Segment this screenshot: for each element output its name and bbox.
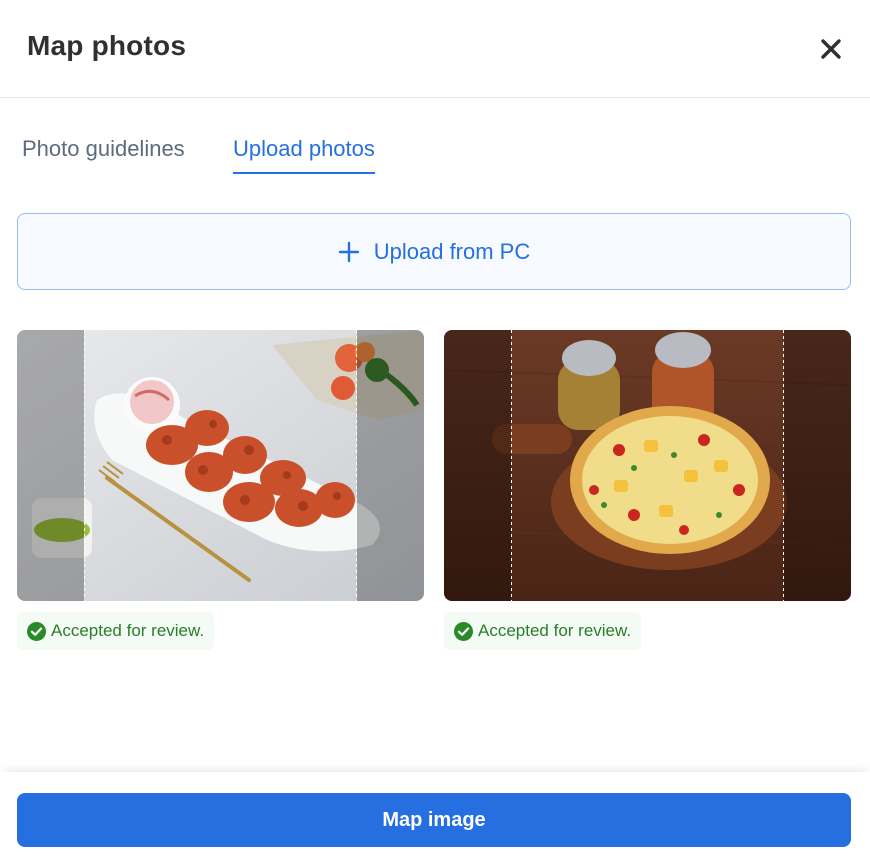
upload-from-pc-button[interactable]: Upload from PC — [17, 213, 851, 290]
photo-thumbnail[interactable] — [17, 330, 424, 601]
close-icon — [821, 39, 841, 59]
check-circle-icon — [27, 621, 46, 641]
photo-card: Accepted for review. — [17, 330, 424, 650]
food-photo-image — [444, 330, 851, 601]
dialog-footer: Map image — [0, 772, 870, 866]
photo-card: Accepted for review. — [444, 330, 851, 650]
status-text: Accepted for review. — [51, 621, 205, 640]
food-photo-image — [17, 330, 424, 601]
status-badge: Accepted for review. — [444, 612, 642, 650]
map-image-button[interactable]: Map image — [17, 793, 851, 847]
status-text: Accepted for review. — [478, 621, 632, 640]
photo-thumbnail[interactable] — [444, 330, 851, 601]
close-button[interactable] — [816, 34, 846, 64]
check-circle-icon — [454, 621, 473, 641]
dialog-header: Map photos — [0, 0, 870, 98]
tab-upload-photos[interactable]: Upload photos — [233, 136, 375, 174]
tab-photo-guidelines[interactable]: Photo guidelines — [22, 136, 185, 174]
upload-label: Upload from PC — [373, 238, 531, 264]
plus-icon — [338, 241, 359, 262]
page-title: Map photos — [27, 30, 187, 61]
status-badge: Accepted for review. — [17, 612, 215, 650]
